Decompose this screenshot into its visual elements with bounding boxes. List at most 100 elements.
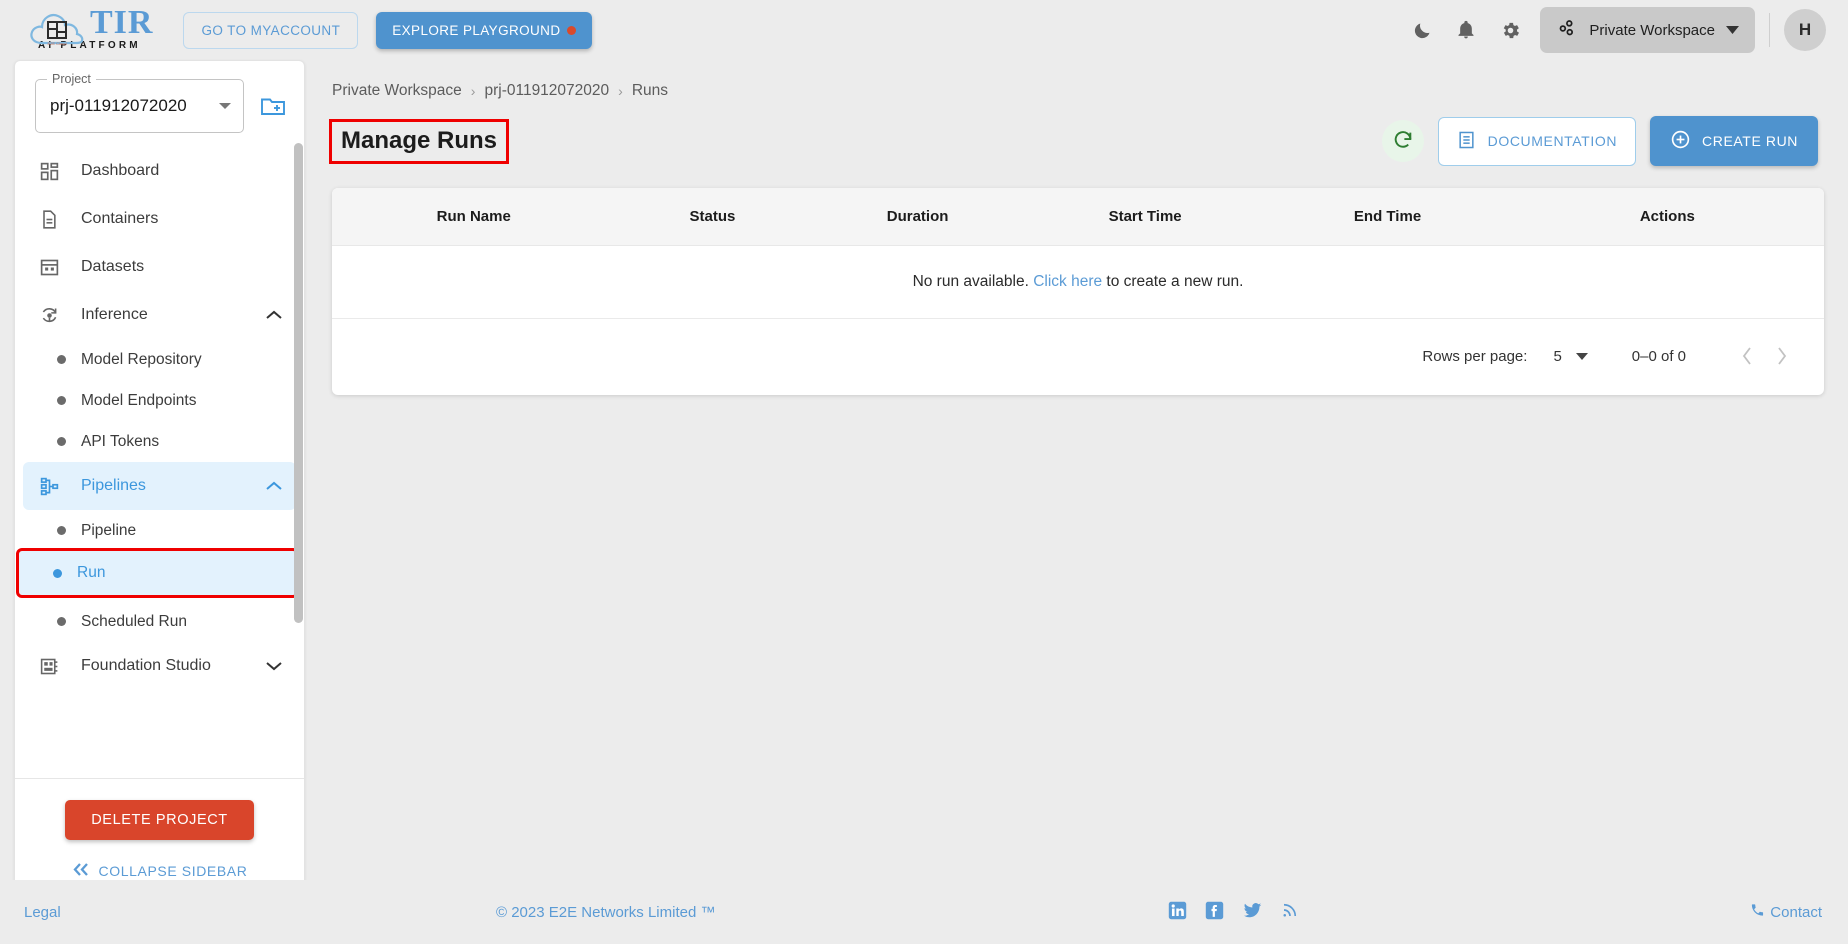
pagination-range: 0–0 of 0	[1631, 347, 1686, 365]
column-header-end-time[interactable]: End Time	[1264, 188, 1511, 246]
sidebar-item-pipelines[interactable]: Pipelines	[23, 462, 296, 510]
bullet-icon	[53, 568, 62, 578]
sidebar-item-label: API Tokens	[81, 432, 160, 450]
bullet-icon	[57, 396, 66, 405]
sidebar-item-foundation-studio[interactable]: Foundation Studio	[23, 642, 296, 690]
sidebar-scrollbar-thumb[interactable]	[294, 143, 303, 623]
cloud-logo-icon: E2E Cloud	[26, 7, 88, 53]
delete-project-button[interactable]: DELETE PROJECT	[65, 800, 254, 840]
table-empty-row: No run available. Click here to create a…	[332, 245, 1824, 319]
workspace-selector[interactable]: Private Workspace	[1540, 7, 1755, 53]
tir-logo[interactable]: E2E Cloud TIR AI PLATFORM	[26, 6, 153, 53]
sidebar-item-model-repository[interactable]: Model Repository	[23, 339, 296, 380]
sidebar-item-run[interactable]: Run	[16, 548, 299, 598]
sidebar-nav-scroll: Dashboard Containers Datasets Inference …	[15, 143, 304, 778]
project-select[interactable]: Project prj-011912072020	[35, 72, 244, 133]
application-root: E2E Cloud TIR AI PLATFORM GO TO MYACCOUN…	[0, 0, 1848, 944]
rows-per-page-label: Rows per page:	[1422, 347, 1528, 365]
column-header-actions[interactable]: Actions	[1510, 188, 1824, 246]
gear-icon[interactable]	[1488, 8, 1532, 52]
runs-table-body: No run available. Click here to create a…	[332, 245, 1824, 319]
rss-icon[interactable]	[1281, 901, 1299, 923]
facebook-icon[interactable]	[1205, 901, 1224, 924]
create-run-label: CREATE RUN	[1702, 133, 1798, 149]
pipelines-icon	[39, 476, 69, 497]
workspace-icon	[1556, 17, 1578, 43]
runs-table: Run Name Status Duration Start Time End …	[332, 188, 1824, 319]
top-bar: E2E Cloud TIR AI PLATFORM GO TO MYACCOUN…	[0, 0, 1848, 60]
runs-table-card: Run Name Status Duration Start Time End …	[332, 188, 1824, 395]
empty-state-suffix: to create a new run.	[1102, 273, 1244, 290]
column-header-start-time[interactable]: Start Time	[1025, 188, 1265, 246]
breadcrumb-item-runs[interactable]: Runs	[632, 82, 668, 100]
pagination-next-button[interactable]	[1764, 339, 1798, 373]
sidebar-item-label: Model Endpoints	[81, 391, 197, 409]
project-selector-row: Project prj-011912072020	[15, 61, 304, 143]
bell-icon[interactable]	[1444, 8, 1488, 52]
sidebar-item-label: Model Repository	[81, 350, 202, 368]
refresh-button[interactable]	[1381, 120, 1424, 162]
documentation-icon	[1457, 130, 1476, 153]
column-header-run-name[interactable]: Run Name	[332, 188, 616, 246]
documentation-button[interactable]: DOCUMENTATION	[1437, 116, 1637, 166]
sidebar-item-label: Foundation Studio	[81, 657, 211, 674]
sidebar-item-model-endpoints[interactable]: Model Endpoints	[23, 380, 296, 421]
sidebar-item-inference[interactable]: Inference	[23, 291, 296, 339]
phone-icon	[1750, 902, 1765, 922]
avatar[interactable]: H	[1784, 9, 1826, 51]
go-to-myaccount-button[interactable]: GO TO MYACCOUNT	[183, 11, 359, 49]
chevron-up-icon	[266, 310, 282, 320]
svg-text:E2E Cloud: E2E Cloud	[47, 41, 66, 46]
page-header: Manage Runs DOCUMENTATION CREATE RUN	[320, 100, 1848, 166]
sidebar-footer: DELETE PROJECT COLLAPSE SIDEBAR	[15, 778, 304, 889]
sidebar-item-label: Containers	[81, 210, 159, 227]
plus-circle-icon	[1670, 129, 1691, 153]
create-run-button[interactable]: CREATE RUN	[1650, 116, 1818, 166]
sidebar-item-containers[interactable]: Containers	[23, 195, 296, 243]
runs-table-head: Run Name Status Duration Start Time End …	[332, 188, 1824, 246]
live-dot-icon	[567, 25, 577, 35]
collapse-sidebar-button[interactable]: COLLAPSE SIDEBAR	[15, 863, 304, 879]
bullet-icon	[57, 526, 66, 535]
footer-contact-link[interactable]: Contact	[1750, 902, 1822, 922]
top-bar-right: Private Workspace H	[1400, 7, 1848, 53]
linkedin-icon[interactable]	[1168, 901, 1187, 924]
pagination-prev-button[interactable]	[1730, 339, 1764, 373]
double-chevron-left-icon	[72, 863, 90, 879]
breadcrumb-separator: ›	[618, 83, 623, 99]
create-run-link[interactable]: Click here	[1033, 273, 1102, 290]
column-header-duration[interactable]: Duration	[809, 188, 1026, 246]
sidebar-item-label: Dashboard	[81, 162, 160, 179]
chevron-down-icon	[1726, 22, 1739, 39]
sidebar-nav: Dashboard Containers Datasets Inference …	[15, 143, 304, 690]
rows-per-page-select[interactable]: 5	[1553, 347, 1588, 365]
sidebar-item-label: Inference	[81, 306, 148, 323]
chevron-down-icon	[1575, 348, 1588, 365]
new-folder-icon[interactable]	[260, 94, 286, 118]
footer-legal-link[interactable]: Legal	[24, 904, 61, 921]
document-icon	[39, 209, 69, 230]
breadcrumb: Private Workspace › prj-011912072020 › R…	[320, 60, 1848, 100]
empty-state-cell: No run available. Click here to create a…	[332, 245, 1824, 319]
twitter-icon[interactable]	[1242, 901, 1263, 924]
breadcrumb-item-workspace[interactable]: Private Workspace	[332, 82, 462, 100]
project-select-legend: Project	[47, 72, 96, 86]
column-header-status[interactable]: Status	[615, 188, 810, 246]
explore-playground-button[interactable]: EXPLORE PLAYGROUND	[376, 11, 593, 49]
sidebar-item-dashboard[interactable]: Dashboard	[23, 147, 296, 195]
breadcrumb-item-project[interactable]: prj-011912072020	[484, 82, 609, 100]
rows-per-page-value: 5	[1553, 347, 1562, 365]
inference-icon	[39, 305, 69, 326]
studio-icon	[39, 656, 69, 677]
collapse-sidebar-label: COLLAPSE SIDEBAR	[98, 863, 248, 879]
sidebar-item-api-tokens[interactable]: API Tokens	[23, 421, 296, 462]
sidebar-item-pipeline[interactable]: Pipeline	[23, 510, 296, 551]
sidebar-item-label: Datasets	[81, 258, 145, 275]
sidebar-item-datasets[interactable]: Datasets	[23, 243, 296, 291]
grid-icon	[39, 257, 69, 278]
sidebar-item-label: Pipeline	[81, 521, 137, 539]
sidebar-item-scheduled-run[interactable]: Scheduled Run	[23, 601, 296, 642]
empty-state-prefix: No run available.	[912, 273, 1034, 290]
chevron-down-icon	[219, 103, 231, 109]
moon-icon[interactable]	[1400, 8, 1444, 52]
